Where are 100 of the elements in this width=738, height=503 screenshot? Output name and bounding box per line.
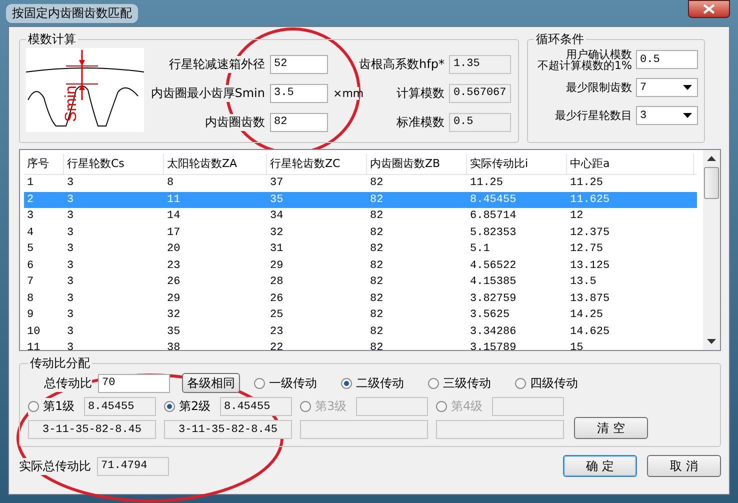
table-cell-text: 11.25 — [469, 177, 504, 190]
table-cell-text: 12.75 — [569, 243, 604, 256]
table-cell-text: 7 — [26, 276, 35, 288]
table-cell-text: 3 — [66, 326, 75, 338]
table-cell-text: 9 — [26, 309, 35, 322]
radio-option[interactable]: 三级传动 — [428, 374, 491, 392]
column-header[interactable]: 实际传动比i — [467, 154, 567, 174]
input-field[interactable]: 82 — [270, 112, 328, 132]
readonly-field[interactable] — [492, 397, 564, 416]
table-cell-text: 12 — [569, 210, 584, 222]
input-field[interactable]: 52 — [270, 54, 328, 74]
table-cell-text: 82 — [369, 276, 384, 288]
table-cell-text: 32 — [269, 226, 284, 239]
readonly-field[interactable]: 1.35 — [449, 54, 512, 74]
table-cell-text: 4.15385 — [469, 276, 518, 288]
readonly-field[interactable] — [436, 420, 564, 439]
readonly-field[interactable]: 0.567067 — [449, 84, 512, 102]
field-label: 行星轮减速箱外径 — [169, 56, 265, 72]
equal-stages-button[interactable]: 各级相同 — [182, 373, 240, 393]
scroll-up-icon[interactable] — [707, 156, 716, 161]
field-label: 内齿圈最小齿厚Smin — [150, 84, 265, 102]
group-title: 传动比分配 — [28, 355, 92, 372]
table-cell-text: 3 — [66, 210, 75, 222]
clear-button[interactable]: 清 空 — [574, 417, 648, 439]
table-cell-text: 28 — [269, 276, 284, 288]
table-row[interactable]: 4 3 17 32 82 5.82353 12.375 — [24, 224, 697, 241]
table-cell-text: 82 — [369, 194, 384, 206]
table-cell-text: 3 — [66, 276, 75, 288]
readonly-field[interactable]: 8.45455 — [220, 397, 292, 416]
readonly-field[interactable]: 0.5 — [449, 112, 512, 132]
table-cell-text: 2 — [26, 194, 35, 206]
radio-option[interactable]: 第1级 — [28, 398, 75, 415]
table-cell-text: 15 — [569, 342, 584, 350]
table-cell-text: 82 — [369, 326, 384, 338]
table-cell-text: 29 — [166, 292, 182, 305]
column-header[interactable]: 太阳轮齿数ZA — [164, 154, 267, 174]
table-row[interactable]: 3 3 14 34 82 6.85714 12 — [24, 208, 697, 224]
field-label: 用户确认模数 不超计算模数的1% — [538, 48, 632, 70]
scrollbar-thumb[interactable] — [704, 167, 719, 199]
close-button[interactable] — [688, 0, 730, 18]
table-cell-text: 22 — [269, 342, 284, 350]
table-cell-text: 23 — [269, 326, 284, 338]
table-cell-text: 82 — [369, 177, 384, 190]
radio-option[interactable]: 二级传动 — [341, 374, 404, 392]
column-header[interactable]: 序号 — [24, 154, 64, 174]
table-row[interactable]: 8 3 29 26 82 3.82759 13.875 — [24, 290, 697, 307]
scrollbar[interactable] — [703, 150, 720, 350]
table-cell-text: 12.375 — [569, 226, 611, 239]
input-field[interactable]: 3.5 — [270, 84, 328, 102]
table-cell-text: 3 — [66, 226, 75, 239]
radio-option[interactable]: 第2级 — [164, 398, 211, 415]
table-cell-text: 23 — [166, 260, 182, 272]
readonly-field[interactable]: 8.45455 — [84, 397, 156, 416]
readonly-field[interactable] — [300, 420, 428, 439]
dialog-button[interactable]: 取 消 — [647, 455, 721, 477]
table-cell-text: 3 — [66, 194, 75, 206]
table-cell-text: 3 — [66, 177, 75, 190]
scroll-down-icon[interactable] — [707, 339, 716, 344]
field-label: 最少限制齿数 — [566, 82, 632, 93]
table-cell-text: 37 — [269, 177, 284, 190]
readonly-field[interactable] — [356, 397, 428, 416]
column-header[interactable]: 行星轮齿数ZC — [267, 154, 367, 174]
table-row[interactable]: 5 3 20 31 82 5.1 12.75 — [24, 241, 697, 258]
field-label: 计算模数 — [396, 84, 444, 102]
readonly-field[interactable]: 71.4794 — [97, 456, 169, 476]
table-row[interactable]: 1 3 8 37 82 11.25 11.25 — [24, 175, 697, 192]
dropdown[interactable]: 3 — [636, 106, 698, 125]
table-row[interactable]: 9 3 32 25 82 3.5625 14.25 — [24, 307, 697, 324]
table-cell-text: 13.5 — [569, 276, 598, 288]
table-cell-text: 26 — [269, 292, 284, 305]
column-header[interactable]: 中心距a — [567, 154, 694, 174]
readonly-field[interactable]: 3-11-35-82-8.45 — [28, 420, 156, 439]
table-row[interactable]: 6 3 23 29 82 4.56522 13.125 — [24, 258, 697, 274]
table-cell-text: 82 — [369, 260, 384, 272]
table-cell-text: 11 — [166, 194, 182, 206]
field-label: 齿根高系数hfp* — [359, 56, 444, 72]
input-field[interactable]: 70 — [98, 374, 170, 392]
table-cell-text: 10 — [26, 326, 42, 338]
table-cell-text: 3.15789 — [469, 342, 518, 350]
readonly-field[interactable]: 3-11-35-82-8.45 — [164, 420, 292, 439]
table-row[interactable]: 11 3 38 22 82 3.15789 15 — [24, 340, 697, 350]
table-cell-text: 82 — [369, 292, 384, 305]
column-header[interactable]: 内齿圈齿数ZB — [367, 154, 467, 174]
group-title: 模数计算 — [26, 31, 78, 48]
table-cell-text: 13.875 — [569, 292, 611, 305]
group-title: 循环条件 — [534, 31, 586, 48]
dropdown[interactable]: 7 — [636, 78, 698, 97]
table-row[interactable]: 10 3 35 23 82 3.34286 14.625 — [24, 324, 697, 340]
column-header[interactable]: 行星轮数Cs — [64, 154, 164, 174]
table-cell-text: 82 — [369, 342, 384, 350]
dialog-button[interactable]: 确 定 — [563, 455, 637, 477]
table-cell-text: 3 — [66, 342, 75, 350]
radio-option[interactable]: 一级传动 — [254, 374, 317, 392]
input-field[interactable]: 0.5 — [636, 50, 698, 69]
close-icon — [702, 4, 716, 14]
table-cell-text: 82 — [369, 226, 384, 239]
radio-option[interactable]: 四级传动 — [515, 374, 578, 392]
table-row[interactable]: 7 3 26 28 82 4.15385 13.5 — [24, 274, 697, 290]
field-label: 标准模数 — [396, 114, 444, 130]
table-cell-text: 14.625 — [569, 326, 611, 338]
